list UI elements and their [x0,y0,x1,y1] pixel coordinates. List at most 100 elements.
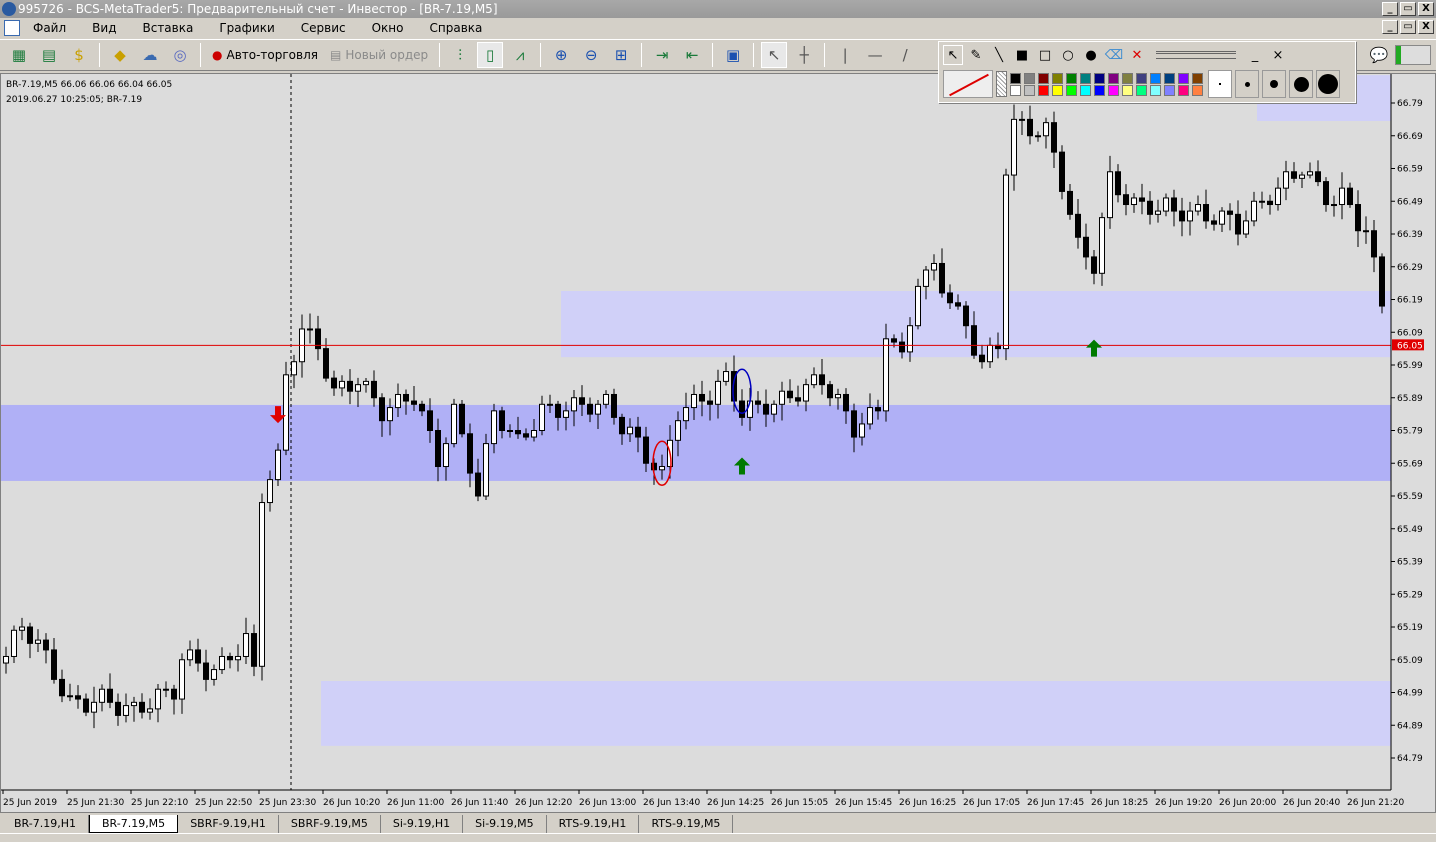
menu-tools[interactable]: Сервис [288,21,359,35]
color-swatch[interactable] [1108,72,1119,84]
color-swatch[interactable] [1024,84,1035,96]
pen-size-1[interactable] [1208,70,1232,98]
tab-br-h1[interactable]: BR-7.19,H1 [2,815,89,833]
pen-size-2[interactable] [1235,70,1259,98]
color-swatch[interactable] [1178,72,1189,84]
menu-file[interactable]: Файл [20,21,79,35]
color-swatch[interactable] [1094,84,1105,96]
menu-view[interactable]: Вид [79,21,129,35]
market-watch-icon[interactable]: $ [66,42,92,68]
tab-si-h1[interactable]: Si-9.19,H1 [381,815,464,833]
color-swatch[interactable] [1080,72,1091,84]
pen-size-3[interactable] [1262,70,1286,98]
vertical-line-icon[interactable]: | [832,42,858,68]
color-swatch[interactable] [1164,72,1175,84]
child-close-button[interactable]: X [1418,20,1434,34]
candlestick-chart-icon[interactable]: ▯ [477,42,504,68]
chart-window-icon[interactable] [4,20,20,36]
color-swatch[interactable] [1038,72,1049,84]
child-restore-button[interactable]: ▭ [1400,20,1416,34]
delete-all-icon[interactable]: ✕ [1127,45,1147,65]
color-swatch[interactable] [1122,72,1133,84]
color-swatch[interactable] [1080,84,1091,96]
panel-close-icon[interactable]: × [1268,45,1288,65]
filled-ellipse-icon[interactable]: ● [1081,45,1101,65]
panel-minimize-icon[interactable]: _ [1245,45,1265,65]
color-swatch[interactable] [1136,72,1147,84]
autoscroll-icon[interactable]: ⇥ [649,42,675,68]
eraser-icon[interactable]: ⌫ [1104,45,1124,65]
pen-size-5[interactable] [1316,70,1340,98]
color-swatch[interactable] [1192,84,1203,96]
chart-area[interactable]: 66.79 66.69 66.59 66.49 66.39 66.29 66.19 66.09… [0,73,1436,813]
color-swatch[interactable] [1150,84,1161,96]
candlestick-chart[interactable]: 66.79 66.69 66.59 66.49 66.39 66.29 66.19 66.09… [1,74,1436,814]
color-swatch[interactable] [1150,72,1161,84]
signals-icon[interactable]: ◎ [167,42,193,68]
bull-candle [1155,210,1161,215]
transparent-color-swatch[interactable] [996,71,1007,97]
autotrading-button[interactable]: ● Авто-торговля [208,48,322,62]
color-swatch[interactable] [1038,84,1049,96]
rectangle-icon[interactable]: □ [1035,45,1055,65]
color-swatch[interactable] [1164,84,1175,96]
line-style-selector[interactable] [1156,51,1236,59]
new-order-button[interactable]: ▤ Новый ордер [326,48,432,62]
bull-candle [395,393,401,409]
tab-sbrf-m5[interactable]: SBRF-9.19,M5 [279,815,381,833]
filled-rectangle-icon[interactable]: ■ [1012,45,1032,65]
color-swatch[interactable] [1178,84,1189,96]
close-button[interactable]: X [1418,2,1434,16]
navigator-icon[interactable]: ◆ [107,42,133,68]
pen-size-4[interactable] [1289,70,1313,98]
color-swatch[interactable] [1108,84,1119,96]
tab-br-m5[interactable]: BR-7.19,M5 [88,815,179,833]
price-tick-label: 66.69 [1397,132,1423,142]
bull-candle [1307,171,1313,176]
marker-icon[interactable]: ✎ [966,45,986,65]
line-chart-icon[interactable]: ⩘ [507,42,533,68]
tab-rts-h1[interactable]: RTS-9.19,H1 [547,815,640,833]
color-swatch[interactable] [1052,72,1063,84]
select-icon[interactable]: ↖ [943,45,963,65]
tab-si-m5[interactable]: Si-9.19,M5 [463,815,547,833]
menu-help[interactable]: Справка [417,21,496,35]
ellipse-icon[interactable]: ○ [1058,45,1078,65]
line-icon[interactable]: ╲ [989,45,1009,65]
color-swatch[interactable] [1010,72,1021,84]
restore-button[interactable]: ▭ [1400,2,1416,16]
tab-rts-m5[interactable]: RTS-9.19,M5 [639,815,734,833]
child-minimize-button[interactable]: _ [1382,20,1398,34]
chat-icon[interactable]: 💬 [1366,42,1392,68]
color-swatch[interactable] [1192,72,1203,84]
templates-icon[interactable]: ▣ [720,42,746,68]
bear-candle [763,403,769,415]
color-swatch[interactable] [1052,84,1063,96]
data-window-icon[interactable]: ☁ [137,42,163,68]
zoom-in-icon[interactable]: ⊕ [548,42,574,68]
minimize-button[interactable]: _ [1382,2,1398,16]
color-swatch[interactable] [1066,84,1077,96]
bear-candle [1291,171,1297,179]
color-swatch[interactable] [1066,72,1077,84]
trendline-icon[interactable]: / [892,42,918,68]
profiles-icon[interactable]: ▤ [36,42,62,68]
tab-sbrf-h1[interactable]: SBRF-9.19,H1 [178,815,279,833]
color-swatch[interactable] [1136,84,1147,96]
cursor-icon[interactable]: ↖ [761,42,788,68]
menu-charts[interactable]: Графики [206,21,287,35]
crosshair-icon[interactable]: ┼ [791,42,817,68]
tile-windows-icon[interactable]: ⊞ [608,42,634,68]
menu-insert[interactable]: Вставка [129,21,206,35]
color-swatch[interactable] [1010,84,1021,96]
bull-candle [803,384,809,402]
color-swatch[interactable] [1094,72,1105,84]
color-swatch[interactable] [1122,84,1133,96]
color-swatch[interactable] [1024,72,1035,84]
horizontal-line-icon[interactable]: — [862,42,888,68]
menu-window[interactable]: Окно [359,21,417,35]
new-chart-icon[interactable]: ▦ [6,42,32,68]
zoom-out-icon[interactable]: ⊖ [578,42,604,68]
bar-chart-icon[interactable]: ⫶ [447,42,473,68]
chart-shift-icon[interactable]: ⇤ [679,42,705,68]
